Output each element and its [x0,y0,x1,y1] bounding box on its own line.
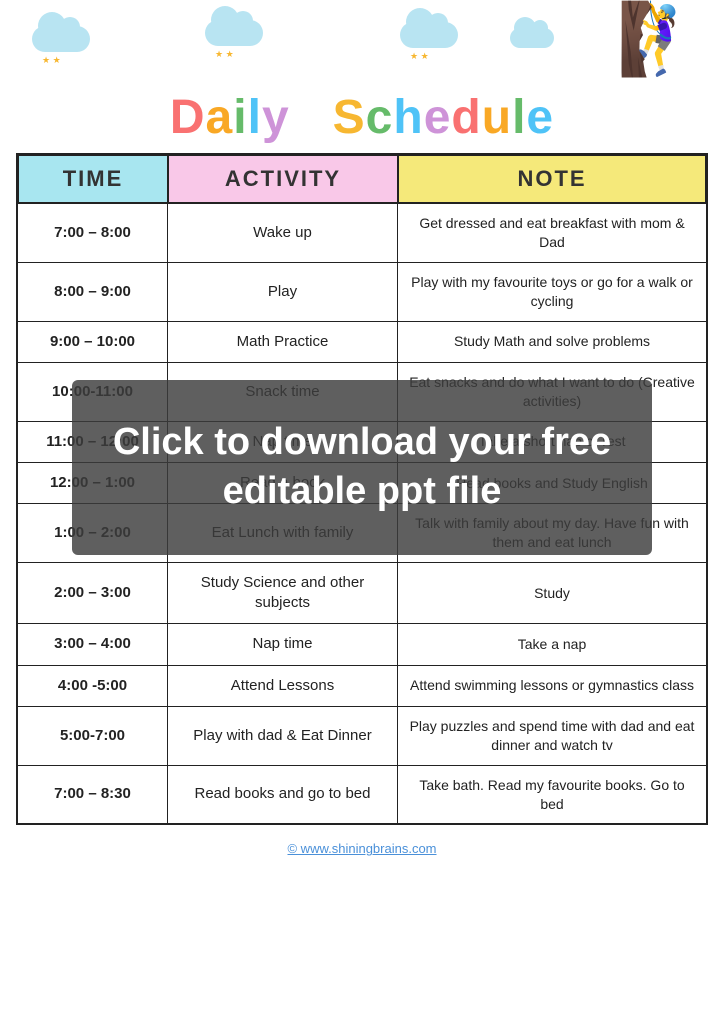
table-row: 4:00 -5:00 Attend Lessons Attend swimmin… [18,665,706,706]
cell-time: 4:00 -5:00 [18,666,168,706]
overlay-text: Click to download your free editable ppt… [108,418,616,517]
table-row: 8:00 – 9:00 Play Play with my favourite … [18,262,706,321]
cell-time: 5:00-7:00 [18,707,168,765]
table-row: 3:00 – 4:00 Nap time Take a nap [18,623,706,664]
cell-time: 3:00 – 4:00 [18,624,168,664]
table-row: 5:00-7:00 Play with dad & Eat Dinner Pla… [18,706,706,765]
cell-note: Take a nap [398,624,706,664]
cell-activity: Play with dad & Eat Dinner [168,707,398,765]
website-link[interactable]: © www.shiningbrains.com [287,841,436,856]
cell-activity: Nap time [168,624,398,664]
table-header: TIME ACTIVITY NOTE [18,155,706,203]
cell-note: Play with my favourite toys or go for a … [398,263,706,321]
header-activity: ACTIVITY [168,155,398,203]
cell-note: Study [398,563,706,624]
table-row: 7:00 – 8:00 Wake up Get dressed and eat … [18,203,706,262]
cell-note: Attend swimming lessons or gymnastics cl… [398,666,706,706]
cell-note: Study Math and solve problems [398,322,706,362]
cell-activity: Wake up [168,204,398,262]
header: ★ ★ ★ ★ ★ ★ [0,0,724,153]
table-row: 7:00 – 8:30 Read books and go to bed Tak… [18,765,706,824]
download-overlay[interactable]: Click to download your free editable ppt… [72,380,652,555]
page: ★ ★ ★ ★ ★ ★ [0,0,724,1024]
header-note: NOTE [398,155,706,203]
cell-time: 2:00 – 3:00 [18,563,168,624]
cell-time: 9:00 – 10:00 [18,322,168,362]
table-row: 9:00 – 10:00 Math Practice Study Math an… [18,321,706,362]
table-row: 2:00 – 3:00 Study Science and other subj… [18,562,706,624]
cell-activity: Study Science and other subjects [168,563,398,624]
cell-activity: Play [168,263,398,321]
clouds-area: ★ ★ ★ ★ ★ ★ [10,18,714,88]
cell-activity: Math Practice [168,322,398,362]
cell-note: Take bath. Read my favourite books. Go t… [398,766,706,824]
cell-activity: Read books and go to bed [168,766,398,824]
header-time: TIME [18,155,168,203]
page-title: Daily Schedule [10,90,714,145]
cell-note: Play puzzles and spend time with dad and… [398,707,706,765]
cell-note: Get dressed and eat breakfast with mom &… [398,204,706,262]
cell-time: 8:00 – 9:00 [18,263,168,321]
girl-ladder-illustration: 🧗‍♀️ [617,4,704,74]
cell-time: 7:00 – 8:30 [18,766,168,824]
cell-activity: Attend Lessons [168,666,398,706]
footer[interactable]: © www.shiningbrains.com [287,835,436,864]
cell-time: 7:00 – 8:00 [18,204,168,262]
